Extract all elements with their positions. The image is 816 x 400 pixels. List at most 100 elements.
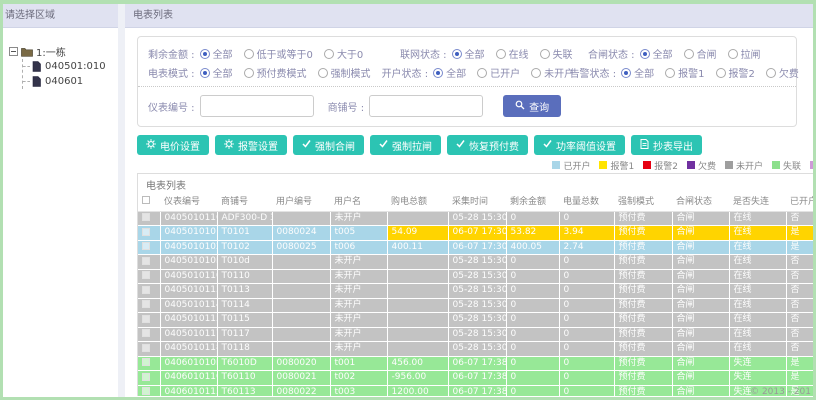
table-cell: 0 (559, 298, 615, 313)
table-row[interactable]: 0405010102 T0102 0080025 t006 400.11 06-07 17… (138, 240, 813, 255)
action-button[interactable]: 报警设置 (215, 135, 287, 155)
row-checkbox[interactable] (142, 329, 150, 337)
row-checkbox[interactable] (142, 358, 150, 366)
table-row[interactable]: 040601010DT6010D0080020t001456.0006-07 1… (138, 356, 813, 371)
radio-option[interactable]: 报警2 (715, 65, 755, 80)
table-cell: 合闸 (672, 240, 730, 255)
legend-item: 报警2 (643, 159, 678, 172)
action-button[interactable]: 强制合闸 (293, 135, 364, 155)
radio-option[interactable]: 全部 (639, 46, 673, 61)
select-all-checkbox[interactable] (142, 196, 150, 205)
table-row[interactable]: 0406010110 T60110 0080021 t002 -956.00 06-07 … (138, 370, 813, 386)
table-row[interactable]: 0405010117T0117未开户05-28 15:30:0000预付费合闸在… (138, 327, 813, 342)
radio-option[interactable]: 全部 (433, 65, 466, 80)
row-checkbox[interactable] (142, 372, 150, 381)
radio-option[interactable]: 预付费模式 (243, 65, 307, 80)
radio-option[interactable]: 低于或等于0 (243, 46, 313, 61)
radio-option[interactable]: 未开户 (531, 65, 574, 80)
row-checkbox[interactable] (142, 271, 150, 279)
row-checkbox[interactable] (142, 227, 150, 236)
table-cell: 0 (506, 341, 560, 357)
table-row[interactable]: 0405010101 T0101 0080024 t005 54.09 06-07 17:… (138, 225, 813, 241)
table-cell: 0406010113 (160, 385, 218, 396)
table-row[interactable]: 0405010116ADF300-D 3未开户05-28 15:30:0000预… (138, 211, 813, 226)
action-button[interactable]: 抄表导出 (631, 135, 702, 155)
row-checkbox-cell (138, 240, 161, 255)
tree-collapse-icon[interactable] (9, 47, 18, 56)
table-cell (387, 341, 449, 357)
table-cell: 合闸 (672, 312, 730, 328)
radio-option[interactable]: 强制模式 (317, 65, 371, 80)
table-cell: 是 (786, 356, 813, 371)
table-cell: T010d (217, 254, 273, 270)
table-cell: 0405010113 (160, 283, 218, 299)
tree-item[interactable]: 040501:010 (23, 59, 114, 74)
sidebar-title: 请选择区域 (3, 4, 118, 28)
table-cell: 05-28 15:30:00 (448, 312, 507, 328)
row-checkbox[interactable] (142, 256, 150, 265)
radio-option[interactable]: 失联 (539, 46, 573, 61)
action-button[interactable]: 强制拉闸 (370, 135, 441, 155)
legend-label: 报警2 (654, 161, 678, 172)
radio-option[interactable]: 欠费 (765, 65, 799, 80)
row-checkbox[interactable] (142, 387, 150, 395)
radio-option-label: 拉闸 (740, 50, 761, 61)
table-cell: 预付费 (614, 211, 673, 226)
meter-no-input[interactable] (199, 95, 314, 117)
table-row[interactable]: 0405010114T0114未开户05-28 15:30:0000预付费合闸在… (138, 298, 813, 313)
table-cell: 预付费 (614, 298, 673, 313)
table-row[interactable]: 0406010113 T60113 0080022 t003 1200.00 06-07 … (138, 385, 813, 396)
shop-no-input[interactable] (369, 95, 484, 117)
row-checkbox[interactable] (142, 314, 150, 323)
action-button[interactable]: 功率阈值设置 (534, 135, 625, 155)
table-cell: 未开户 (330, 327, 388, 342)
radio-option[interactable]: 拉闸 (727, 46, 761, 61)
table-row[interactable]: 040501010DT010d未开户05-28 15:30:0000预付费合闸在… (138, 254, 813, 270)
table-cell: 未开户 (330, 283, 388, 299)
legend-label: 报警1 (610, 161, 635, 172)
tree-node-root[interactable]: 1:一栋 (9, 44, 114, 59)
search-button[interactable]: 查询 (503, 95, 562, 117)
row-checkbox[interactable] (142, 213, 150, 221)
row-checkbox[interactable] (142, 300, 150, 308)
radio-option[interactable]: 已开户 (477, 65, 520, 80)
table-title: 电表列表 (146, 181, 186, 192)
table-cell: 06-07 17:30:00 (448, 240, 507, 255)
row-checkbox[interactable] (142, 343, 150, 352)
table-cell: 06-07 17:30:00 (448, 225, 507, 241)
table-cell: 05-28 15:30:00 (448, 298, 507, 313)
legend-item: 报警1 (599, 159, 634, 172)
radio-option[interactable]: 在线 (495, 46, 529, 61)
filter-group-label: 开户状态 : (381, 69, 429, 80)
radio-option[interactable]: 合闸 (683, 46, 717, 61)
table-cell: 0 (506, 327, 560, 342)
radio-option[interactable]: 报警1 (665, 65, 705, 80)
region-tree: 1:一栋 040501:010 040601 (3, 28, 118, 89)
action-button[interactable]: 电价设置 (137, 135, 209, 155)
table-cell: 400.11 (387, 240, 449, 255)
table-cell: 合闸 (672, 283, 730, 299)
gear-icon (146, 138, 156, 152)
radio-option-label: 全部 (212, 50, 233, 61)
table-row[interactable]: 0405010113T0113未开户05-28 15:30:0000预付费合闸在… (138, 283, 813, 299)
radio-option[interactable]: 大于0 (323, 46, 363, 61)
table-cell: 预付费 (614, 385, 673, 396)
table-cell: 040501010D (160, 254, 218, 270)
table-row[interactable]: 0405010115T0115未开户05-28 15:30:0000预付费合闸在… (138, 312, 813, 328)
table-cell: 合闸 (672, 269, 730, 284)
table-row[interactable]: 0405010110T0110未开户05-28 15:30:0000预付费合闸在… (138, 269, 813, 284)
radio-option[interactable]: 全部 (621, 65, 654, 80)
table-cell: 05-28 15:30:00 (448, 254, 507, 270)
row-checkbox[interactable] (142, 242, 150, 250)
tree-item[interactable]: 040601 (23, 74, 114, 89)
row-checkbox[interactable] (142, 285, 150, 294)
table-cell: 预付费 (614, 283, 673, 299)
action-button[interactable]: 恢复预付费 (447, 135, 528, 155)
table-row[interactable]: 0405010118T0118未开户05-28 15:30:0000预付费合闸在… (138, 341, 813, 357)
table-cell: 合闸 (672, 385, 730, 396)
table-cell: 在线 (729, 269, 787, 284)
radio-option[interactable]: 全部 (199, 46, 233, 61)
radio-option[interactable]: 全部 (199, 65, 233, 80)
table-cell: 0405010114 (160, 298, 218, 313)
radio-option[interactable]: 全部 (451, 46, 485, 61)
